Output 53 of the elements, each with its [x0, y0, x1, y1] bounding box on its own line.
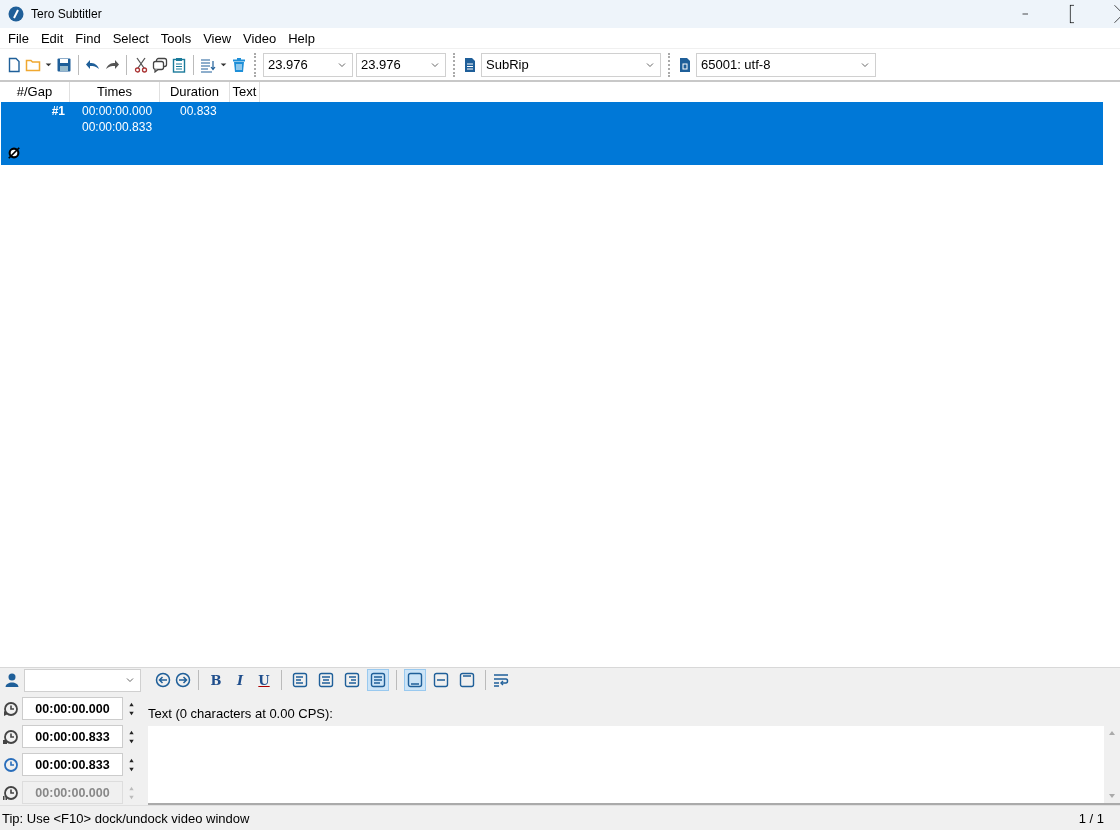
new-file-icon[interactable]	[6, 56, 22, 73]
row-number: #1	[51, 104, 65, 118]
arrow-right-circle-icon[interactable]	[175, 672, 191, 688]
frame-rate-dropdown[interactable]: 23.976	[356, 52, 446, 77]
save-icon[interactable]	[56, 56, 72, 73]
spin-up-icon[interactable]	[127, 700, 136, 708]
spin-down-icon[interactable]	[127, 709, 136, 717]
spin-up-icon[interactable]	[127, 756, 136, 764]
spin-up-icon[interactable]	[127, 728, 136, 736]
scissors-icon[interactable]	[133, 56, 149, 73]
clock-icon	[2, 784, 18, 801]
time-field[interactable]: 00:00:00.833	[22, 753, 123, 776]
spin-down-icon[interactable]	[127, 765, 136, 773]
bold-button[interactable]: B	[206, 670, 226, 690]
status-tip: Tip: Use <F10> dock/undock video window	[2, 810, 250, 826]
clock-icon	[2, 700, 18, 717]
wrap-text-icon[interactable]	[493, 672, 509, 688]
window-title: Tero Subtitler	[31, 7, 102, 21]
menu-item[interactable]: File	[2, 30, 35, 46]
sort-lines-icon[interactable]	[200, 56, 216, 73]
caret-down-icon[interactable]	[44, 60, 53, 69]
speech-bubbles-icon[interactable]	[152, 56, 168, 73]
menu-item[interactable]: Tools	[154, 30, 198, 46]
duration-cell: 00.833	[180, 104, 217, 118]
menu-item[interactable]: Edit	[34, 30, 70, 46]
menu-item[interactable]: View	[197, 30, 238, 46]
text-label: Text (0 characters at 0.00 CPS):	[148, 706, 333, 721]
start-time: 00:00:00.000	[82, 104, 153, 118]
menu-item[interactable]: Find	[69, 30, 107, 46]
menu-item[interactable]: Select	[106, 30, 155, 46]
person-icon	[4, 672, 20, 688]
arrow-left-circle-icon[interactable]	[155, 672, 171, 688]
position-counter: 1 / 1	[1078, 810, 1105, 826]
encoding-dropdown[interactable]: 65001: utf-8	[696, 52, 876, 77]
menu-item[interactable]: Help	[282, 30, 321, 46]
italic-button[interactable]: I	[230, 670, 250, 690]
spin-down-icon[interactable]	[127, 737, 136, 745]
end-time: 00:00:00.833	[82, 120, 153, 134]
clock-icon	[2, 728, 18, 745]
no-symbol-icon	[7, 146, 21, 160]
encoding-icon	[677, 56, 693, 73]
format-dropdown[interactable]: SubRip	[481, 52, 661, 77]
time-field[interactable]: 00:00:00.000	[22, 697, 123, 720]
subtitle-row[interactable]: #1 00:00:00.000 00:00:00.833 00.833	[1, 102, 1103, 165]
menu-item[interactable]: Video	[237, 30, 283, 46]
app-logo-icon	[8, 6, 24, 22]
clock-icon	[2, 756, 18, 773]
underline-button[interactable]: U	[254, 670, 274, 690]
clipboard-icon[interactable]	[171, 56, 187, 73]
caret-down-icon[interactable]	[219, 60, 228, 69]
frame-rate-dropdown[interactable]: 23.976	[263, 52, 353, 77]
time-field[interactable]: 00:00:00.833	[22, 725, 123, 748]
document-icon	[462, 56, 478, 73]
